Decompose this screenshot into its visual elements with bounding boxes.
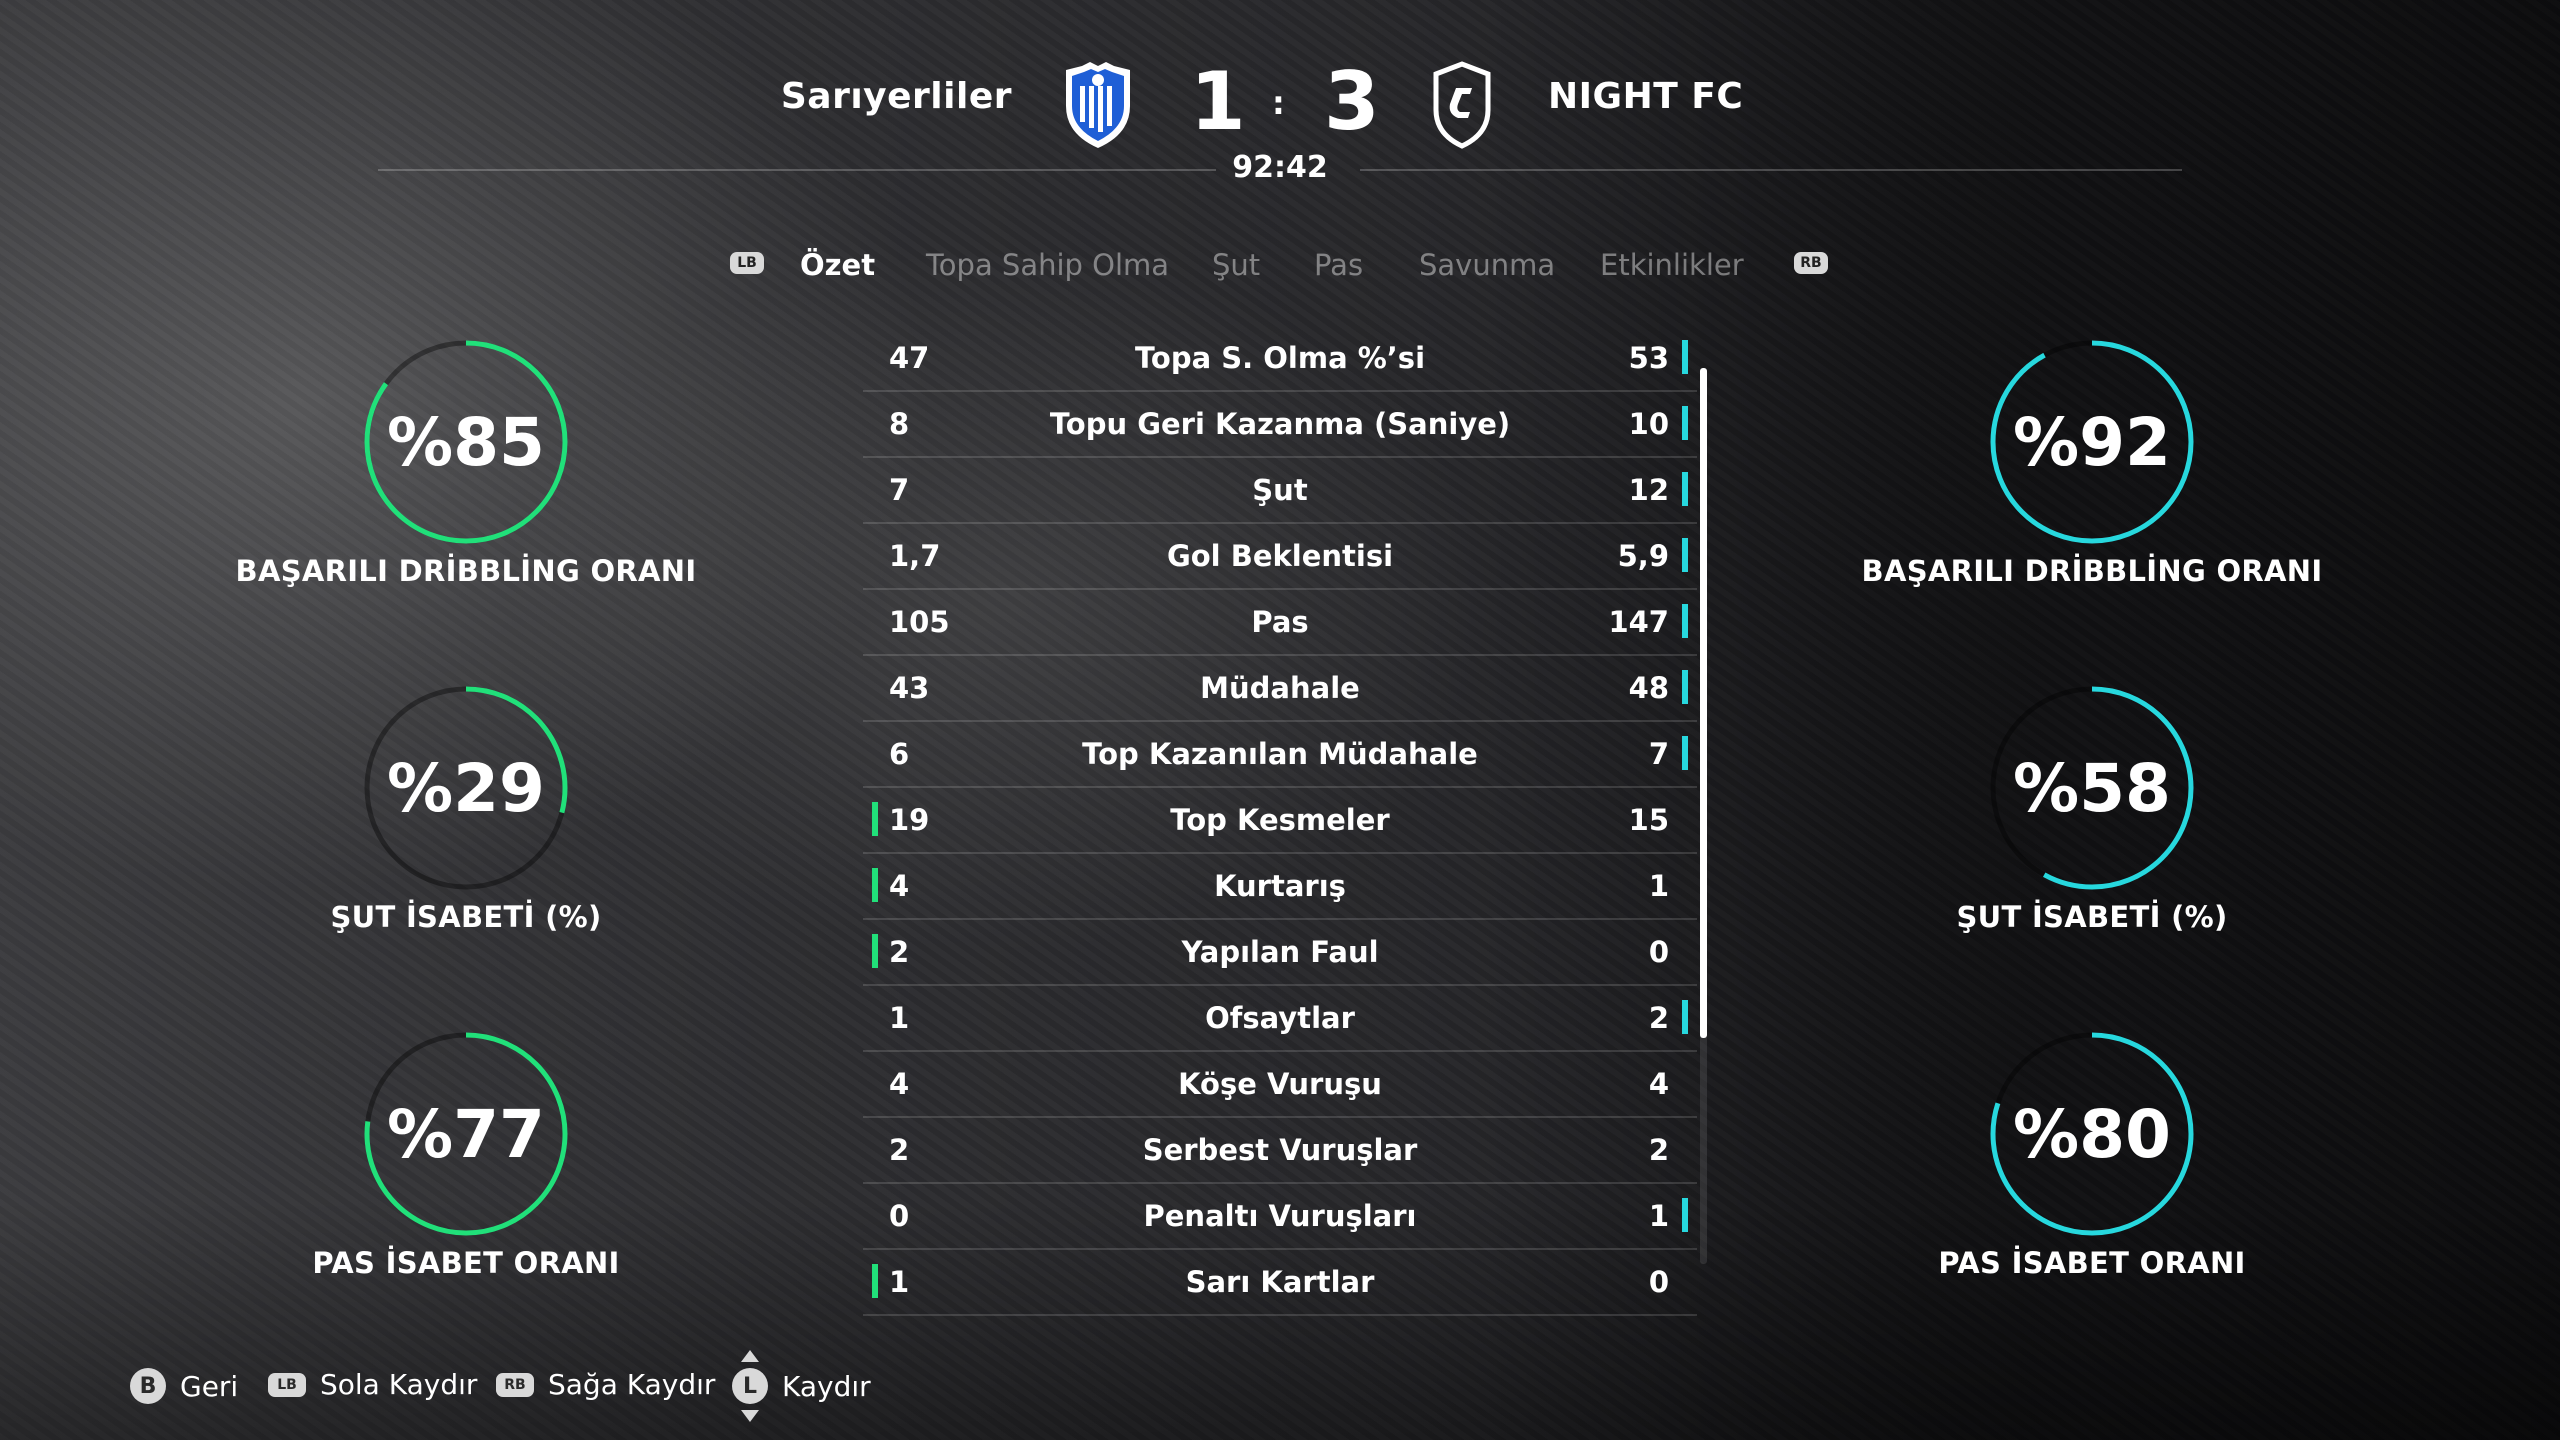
away-ring-1: %58 (1982, 678, 2202, 898)
stick-down-arrow-icon (741, 1410, 759, 1422)
stat-row: 0 Penaltı Vuruşları 1 (863, 1184, 1697, 1250)
scroll-action[interactable]: L Kaydır (732, 1350, 871, 1422)
away-ring-label: ŞUT İSABETİ (%) (1956, 900, 2228, 934)
away-ring-0: %92 (1982, 332, 2202, 552)
scrollbar-thumb[interactable] (1700, 368, 1707, 1038)
stat-label: Top Kesmeler (1170, 803, 1390, 837)
away-ring-value: %80 (2013, 1095, 2171, 1173)
tab-pas[interactable]: Pas (1314, 248, 1363, 282)
header-divider-right (1360, 169, 2182, 171)
stat-row: 6 Top Kazanılan Müdahale 7 (863, 722, 1697, 788)
away-stat-value: 15 (1628, 803, 1669, 837)
stat-label: Pas (1251, 605, 1309, 639)
header-divider-left (378, 169, 1216, 171)
rb-button-icon: RB (496, 1372, 534, 1397)
away-stat-value: 10 (1628, 407, 1669, 441)
stat-row: 1,7 Gol Beklentisi 5,9 (863, 524, 1697, 590)
lb-button-icon: LB (268, 1372, 306, 1397)
home-ring-0: %85 (356, 332, 576, 552)
scroll-right-action[interactable]: RB Sağa Kaydır (496, 1368, 715, 1401)
stat-label: Sarı Kartlar (1185, 1265, 1375, 1299)
stat-row: 4 Kurtarış 1 (863, 854, 1697, 920)
away-ring-label: PAS İSABET ORANI (1938, 1246, 2246, 1280)
stat-row: 1 Sarı Kartlar 0 (863, 1250, 1697, 1316)
tab-topa-sahip-olma[interactable]: Topa Sahip Olma (926, 248, 1169, 282)
home-ring-label: BAŞARILI DRİBBLİNG ORANI (235, 554, 697, 588)
match-clock: 92:42 (1232, 150, 1328, 185)
stat-row: 4 Köşe Vuruşu 4 (863, 1052, 1697, 1118)
away-stat-value: 1 (1648, 869, 1669, 903)
scroll-right-label: Sağa Kaydır (548, 1368, 716, 1401)
away-ring-label: BAŞARILI DRİBBLİNG ORANI (1861, 554, 2323, 588)
stat-row: 7 Şut 12 (863, 458, 1697, 524)
left-stick-icon: L (732, 1350, 768, 1422)
stat-label: Topu Geri Kazanma (Saniye) (1049, 407, 1511, 441)
home-ring-value: %77 (387, 1095, 545, 1173)
stat-label: Ofsaytlar (1205, 1001, 1355, 1035)
home-ring-label: PAS İSABET ORANI (312, 1246, 620, 1280)
away-ring-value: %58 (2013, 749, 2171, 827)
stat-row: 1 Ofsaytlar 2 (863, 986, 1697, 1052)
stat-label: Serbest Vuruşlar (1142, 1133, 1418, 1167)
stats-table[interactable]: 47 Topa S. Olma %’si 53 8 Topu Geri Kazanma … (863, 326, 1697, 1316)
stat-label: Gol Beklentisi (1166, 539, 1394, 573)
scroll-left-action[interactable]: LB Sola Kaydır (268, 1368, 477, 1401)
away-team-crest-icon (1422, 60, 1502, 150)
score-separator: : (1272, 84, 1285, 122)
away-ring-2: %80 (1982, 1024, 2202, 1244)
home-ring-value: %29 (387, 749, 545, 827)
b-button-icon: B (130, 1368, 166, 1404)
home-ring-label: ŞUT İSABETİ (%) (330, 900, 602, 934)
away-stat-value: 12 (1628, 473, 1669, 507)
stick-up-arrow-icon (741, 1350, 759, 1362)
away-team-name: NIGHT FC (1548, 76, 1744, 117)
stat-label: Şut (1252, 473, 1308, 507)
tab-sut[interactable]: Şut (1212, 248, 1260, 282)
away-stat-value: 2 (1648, 1001, 1669, 1035)
away-stat-value: 4 (1648, 1067, 1669, 1101)
home-team-name: Sarıyerliler (780, 76, 1012, 117)
stat-label: Top Kazanılan Müdahale (1082, 737, 1478, 771)
rb-bumper-icon[interactable]: RB (1794, 252, 1828, 274)
stat-row: 47 Topa S. Olma %’si 53 (863, 326, 1697, 392)
l-stick-button: L (732, 1368, 768, 1404)
home-ring-value: %85 (387, 403, 545, 481)
lb-bumper-icon[interactable]: LB (730, 252, 764, 274)
stat-row: 43 Müdahale 48 (863, 656, 1697, 722)
stat-row: 2 Yapılan Faul 0 (863, 920, 1697, 986)
away-ring-value: %92 (2013, 403, 2171, 481)
away-stat-value: 7 (1648, 737, 1669, 771)
away-stat-value: 0 (1648, 935, 1669, 969)
stat-label: Köşe Vuruşu (1178, 1067, 1382, 1101)
away-stat-value: 147 (1608, 605, 1669, 639)
away-stat-value: 5,9 (1617, 539, 1669, 573)
home-ring-2: %77 (356, 1024, 576, 1244)
stat-label: Topa S. Olma %’si (1134, 341, 1426, 375)
away-score: 3 (1324, 55, 1380, 148)
away-stat-value: 53 (1628, 341, 1669, 375)
stat-row: 105 Pas 147 (863, 590, 1697, 656)
home-score: 1 (1190, 55, 1246, 148)
scroll-label: Kaydır (782, 1369, 871, 1403)
stat-label: Penaltı Vuruşları (1143, 1199, 1417, 1233)
away-stat-value: 0 (1648, 1265, 1669, 1299)
back-label: Geri (180, 1369, 239, 1403)
tab-etkinlikler[interactable]: Etkinlikler (1600, 248, 1744, 282)
away-stat-value: 48 (1628, 671, 1669, 705)
away-stat-value: 1 (1648, 1199, 1669, 1233)
tab-ozet[interactable]: Özet (800, 248, 875, 282)
away-stat-value: 2 (1648, 1133, 1669, 1167)
stat-row: 8 Topu Geri Kazanma (Saniye) 10 (863, 392, 1697, 458)
stat-row: 2 Serbest Vuruşlar 2 (863, 1118, 1697, 1184)
stat-row: 19 Top Kesmeler 15 (863, 788, 1697, 854)
stat-label: Yapılan Faul (1181, 935, 1379, 969)
back-action[interactable]: B Geri (130, 1368, 238, 1404)
home-team-crest-icon (1058, 60, 1138, 150)
stat-label: Müdahale (1200, 671, 1360, 705)
tab-savunma[interactable]: Savunma (1419, 248, 1555, 282)
stat-label: Kurtarış (1214, 869, 1346, 903)
home-ring-1: %29 (356, 678, 576, 898)
scroll-left-label: Sola Kaydır (320, 1368, 478, 1401)
